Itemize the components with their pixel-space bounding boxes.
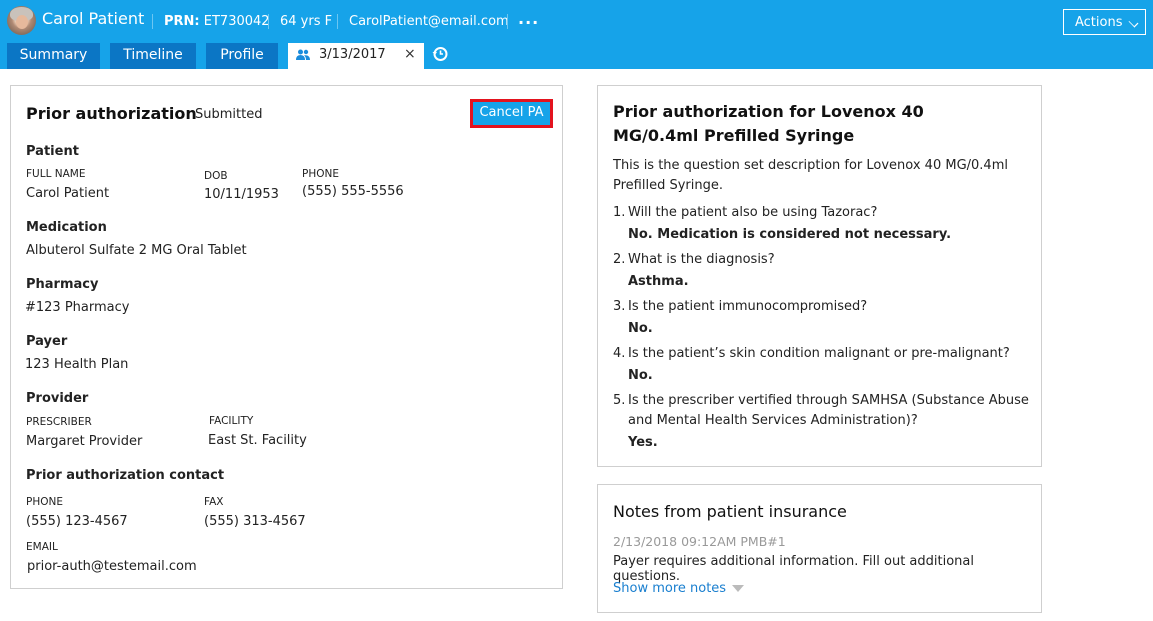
question-text: Will the patient also be using Tazorac? xyxy=(628,205,878,220)
question-text: What is the diagnosis? xyxy=(628,252,775,267)
prn-value: ET730042 xyxy=(203,14,270,29)
pharmacy-heading: Pharmacy xyxy=(26,277,99,292)
contact-phone-value: (555) 123-4567 xyxy=(26,514,128,529)
prescriber-value: Margaret Provider xyxy=(26,434,143,449)
full-name-label: FULL NAME xyxy=(26,168,86,180)
notes-title: Notes from patient insurance xyxy=(613,502,847,521)
prescriber-label: PRESCRIBER xyxy=(26,416,92,428)
history-icon[interactable] xyxy=(432,46,448,62)
tab-summary[interactable]: Summary xyxy=(7,43,100,69)
chevron-down-icon xyxy=(1128,17,1139,28)
question-answer: Yes. xyxy=(628,435,658,450)
patient-heading: Patient xyxy=(26,144,79,159)
patient-avatar xyxy=(7,6,36,35)
tab-date-label: 3/13/2017 xyxy=(319,47,386,62)
question-set-card: Prior authorization for Lovenox 40 MG/0.… xyxy=(597,85,1042,467)
question-number: 5. xyxy=(613,393,626,408)
prior-auth-title: Prior authorization xyxy=(26,104,197,123)
divider xyxy=(152,14,153,29)
tab-encounter-date[interactable]: 3/13/2017 × xyxy=(288,43,424,69)
note-text: Payer requires additional information. F… xyxy=(613,554,974,584)
question-number: 3. xyxy=(613,299,626,314)
question-item: 2. What is the diagnosis? Asthma. xyxy=(613,250,1033,292)
provider-heading: Provider xyxy=(26,391,89,406)
status-badge: Submitted xyxy=(195,107,263,122)
divider xyxy=(268,14,269,29)
full-name-value: Carol Patient xyxy=(26,186,110,201)
users-icon xyxy=(296,49,310,64)
medication-heading: Medication xyxy=(26,220,107,235)
payer-value: 123 Health Plan xyxy=(25,357,129,372)
question-item: 1. Will the patient also be using Tazora… xyxy=(613,203,1033,245)
question-answer: No. xyxy=(628,321,653,336)
more-button[interactable]: ... xyxy=(518,9,539,28)
question-item: 5. Is the prescriber vertified through S… xyxy=(613,391,1033,453)
prior-auth-card: Prior authorization Submitted Cancel PA … xyxy=(10,85,563,589)
show-more-notes-link[interactable]: Show more notes xyxy=(613,581,745,596)
question-answer: Asthma. xyxy=(628,274,689,289)
question-number: 1. xyxy=(613,205,626,220)
question-item: 3. Is the patient immunocompromised? No. xyxy=(613,297,1033,339)
show-more-label: Show more notes xyxy=(613,581,727,596)
divider xyxy=(507,14,508,29)
cancel-pa-highlight: Cancel PA xyxy=(470,99,553,128)
age-sex: 64 yrs F xyxy=(280,14,333,29)
email-label: EMAIL xyxy=(26,541,58,553)
dob-label: DOB xyxy=(204,170,228,182)
prn-label: PRN: xyxy=(164,14,200,29)
fax-label: FAX xyxy=(204,496,224,508)
phone-label: PHONE xyxy=(302,168,339,180)
email-value: prior-auth@testemail.com xyxy=(27,559,197,574)
actions-dropdown[interactable]: Actions xyxy=(1063,9,1146,35)
question-text: Is the prescriber vertified through SAMH… xyxy=(628,393,1029,428)
fax-value: (555) 313-4567 xyxy=(204,514,306,529)
note-meta: 2/13/2018 09:12AM PMB#1 xyxy=(613,534,786,549)
payer-heading: Payer xyxy=(26,334,68,349)
question-answer: No. Medication is considered not necessa… xyxy=(628,227,952,242)
question-answer: No. xyxy=(628,368,653,383)
question-set-description: This is the question set description for… xyxy=(613,158,1008,193)
medication-value: Albuterol Sulfate 2 MG Oral Tablet xyxy=(26,243,247,258)
contact-heading: Prior authorization contact xyxy=(26,468,225,483)
patient-name: Carol Patient xyxy=(42,9,145,28)
question-number: 2. xyxy=(613,252,626,267)
actions-label: Actions xyxy=(1075,15,1123,30)
insurance-notes-card: Notes from patient insurance 2/13/2018 0… xyxy=(597,484,1042,613)
close-icon[interactable]: × xyxy=(404,46,416,62)
question-number: 4. xyxy=(613,346,626,361)
question-text: Is the patient’s skin condition malignan… xyxy=(628,346,1010,361)
question-text: Is the patient immunocompromised? xyxy=(628,299,868,314)
contact-phone-label: PHONE xyxy=(26,496,63,508)
divider xyxy=(337,14,338,29)
prn: PRN: ET730042 xyxy=(164,14,270,29)
cancel-pa-button[interactable]: Cancel PA xyxy=(473,102,550,125)
pharmacy-value: #123 Pharmacy xyxy=(25,300,130,315)
question-set-title: Prior authorization for Lovenox 40 MG/0.… xyxy=(613,102,924,145)
question-item: 4. Is the patient’s skin condition malig… xyxy=(613,344,1033,386)
patient-header: Carol Patient PRN: ET730042 64 yrs F Car… xyxy=(0,0,1153,69)
tab-profile[interactable]: Profile xyxy=(206,43,278,69)
facility-label: FACILITY xyxy=(209,415,254,427)
dob-value: 10/11/1953 xyxy=(204,187,279,202)
patient-email: CarolPatient@email.com xyxy=(349,14,509,29)
tab-timeline[interactable]: Timeline xyxy=(110,43,196,69)
facility-value: East St. Facility xyxy=(208,433,307,448)
phone-value: (555) 555-5556 xyxy=(302,184,404,199)
caret-down-icon xyxy=(732,585,745,592)
